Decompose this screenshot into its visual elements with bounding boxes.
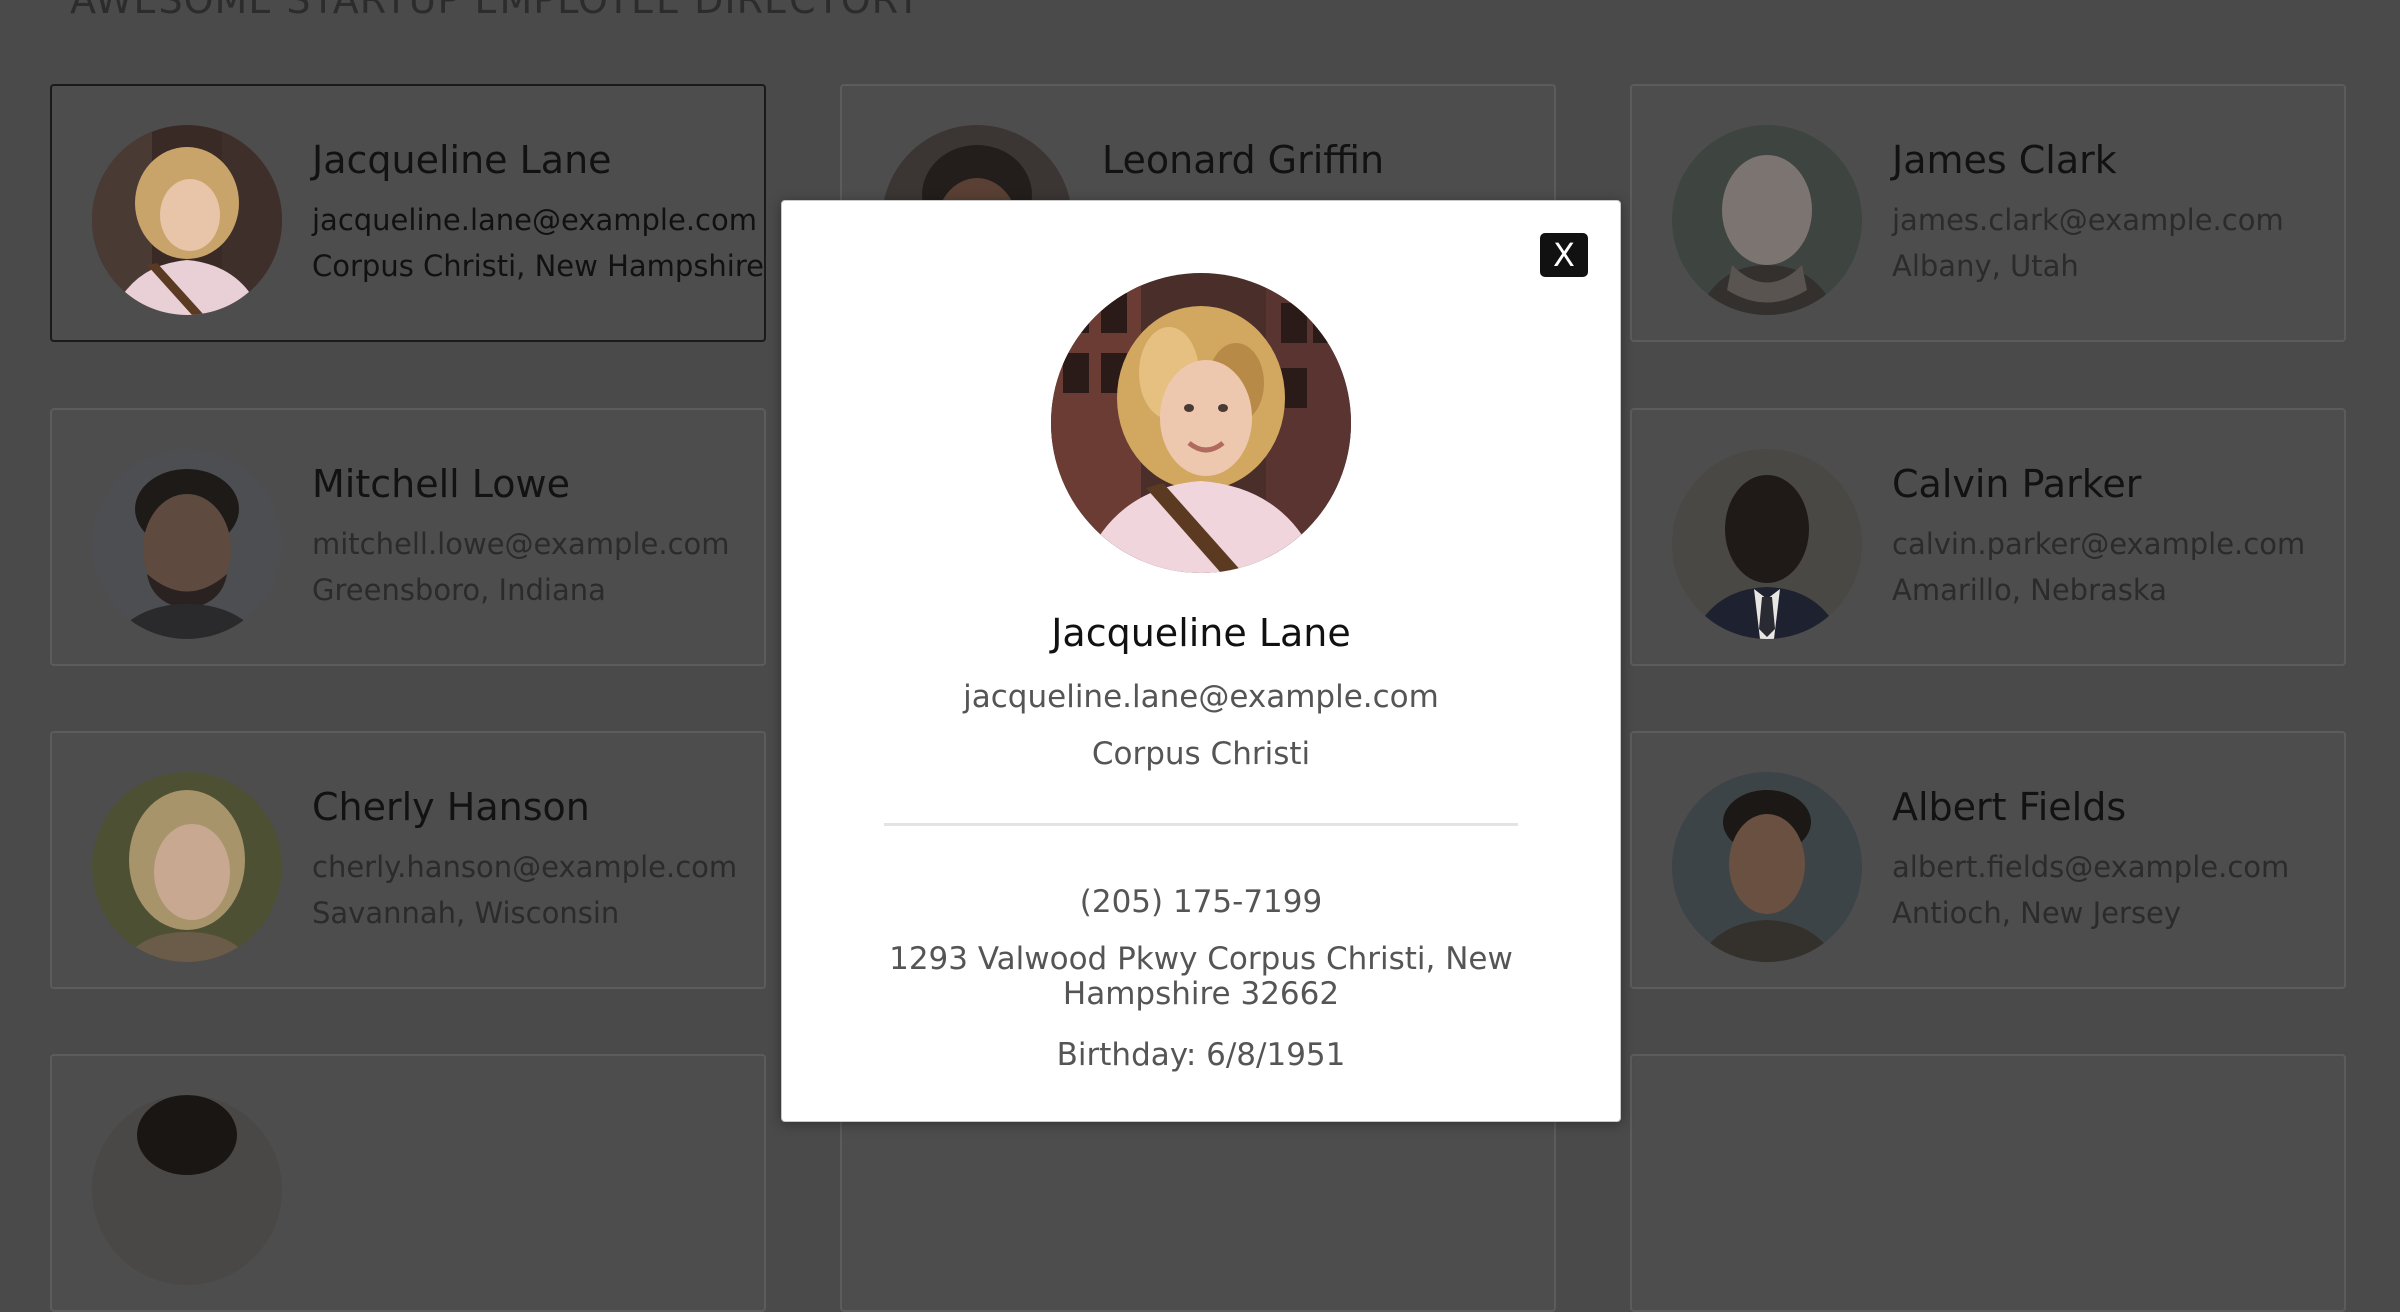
employee-name: Jacqueline Lane — [312, 138, 612, 182]
employee-email: mitchell.lowe@example.com — [312, 527, 730, 561]
employee-card[interactable]: Mitchell Lowe mitchell.lowe@example.com … — [50, 408, 766, 666]
avatar — [1672, 449, 1862, 639]
modal-email: jacqueline.lane@example.com — [963, 679, 1439, 715]
employee-name: Leonard Griffin — [1102, 138, 1385, 182]
avatar — [92, 1095, 282, 1285]
avatar — [92, 772, 282, 962]
employee-detail-modal: X Jacqueline Lane jacqueline.lane@exampl… — [781, 200, 1621, 1122]
employee-card[interactable]: Jacqueline Lane jacqueline.lane@example.… — [50, 84, 766, 342]
employee-location: Amarillo, Nebraska — [1892, 573, 2167, 607]
employee-name: Cherly Hanson — [312, 785, 590, 829]
employee-location: Savannah, Wisconsin — [312, 896, 620, 930]
employee-name: James Clark — [1892, 138, 2117, 182]
modal-divider — [884, 823, 1518, 826]
employee-name: Calvin Parker — [1892, 462, 2142, 506]
employee-location: Albany, Utah — [1892, 249, 2079, 283]
modal-birthday: Birthday: 6/8/1951 — [1056, 1037, 1346, 1073]
avatar — [92, 449, 282, 639]
modal-address: 1293 Valwood Pkwy Corpus Christi, New Ha… — [889, 941, 1513, 1012]
avatar — [1672, 772, 1862, 962]
avatar — [92, 125, 282, 315]
employee-email: calvin.parker@example.com — [1892, 527, 2306, 561]
employee-location: Greensboro, Indiana — [312, 573, 606, 607]
employee-card[interactable]: Calvin Parker calvin.parker@example.com … — [1630, 408, 2346, 666]
employee-card[interactable]: James Clark james.clark@example.com Alba… — [1630, 84, 2346, 342]
employee-email: james.clark@example.com — [1892, 203, 2284, 237]
employee-location: Antioch, New Jersey — [1892, 896, 2182, 930]
close-button[interactable]: X — [1540, 233, 1588, 277]
employee-location: Corpus Christi, New Hampshire — [312, 249, 764, 283]
modal-avatar — [1051, 273, 1351, 573]
employee-card[interactable]: Cherly Hanson cherly.hanson@example.com … — [50, 731, 766, 989]
modal-phone: (205) 175-7199 — [1079, 884, 1323, 920]
employee-name: Mitchell Lowe — [312, 462, 571, 506]
employee-email: cherly.hanson@example.com — [312, 850, 738, 884]
employee-name: Albert Fields — [1892, 785, 2127, 829]
modal-city: Corpus Christi — [1091, 736, 1311, 772]
avatar — [1672, 125, 1862, 315]
employee-card[interactable]: Albert Fields albert.fields@example.com … — [1630, 731, 2346, 989]
employee-email: albert.fields@example.com — [1892, 850, 2290, 884]
employee-card[interactable] — [1630, 1054, 2346, 1312]
employee-card[interactable] — [50, 1054, 766, 1312]
modal-name: Jacqueline Lane — [1051, 611, 1351, 655]
employee-email: jacqueline.lane@example.com — [312, 203, 757, 237]
